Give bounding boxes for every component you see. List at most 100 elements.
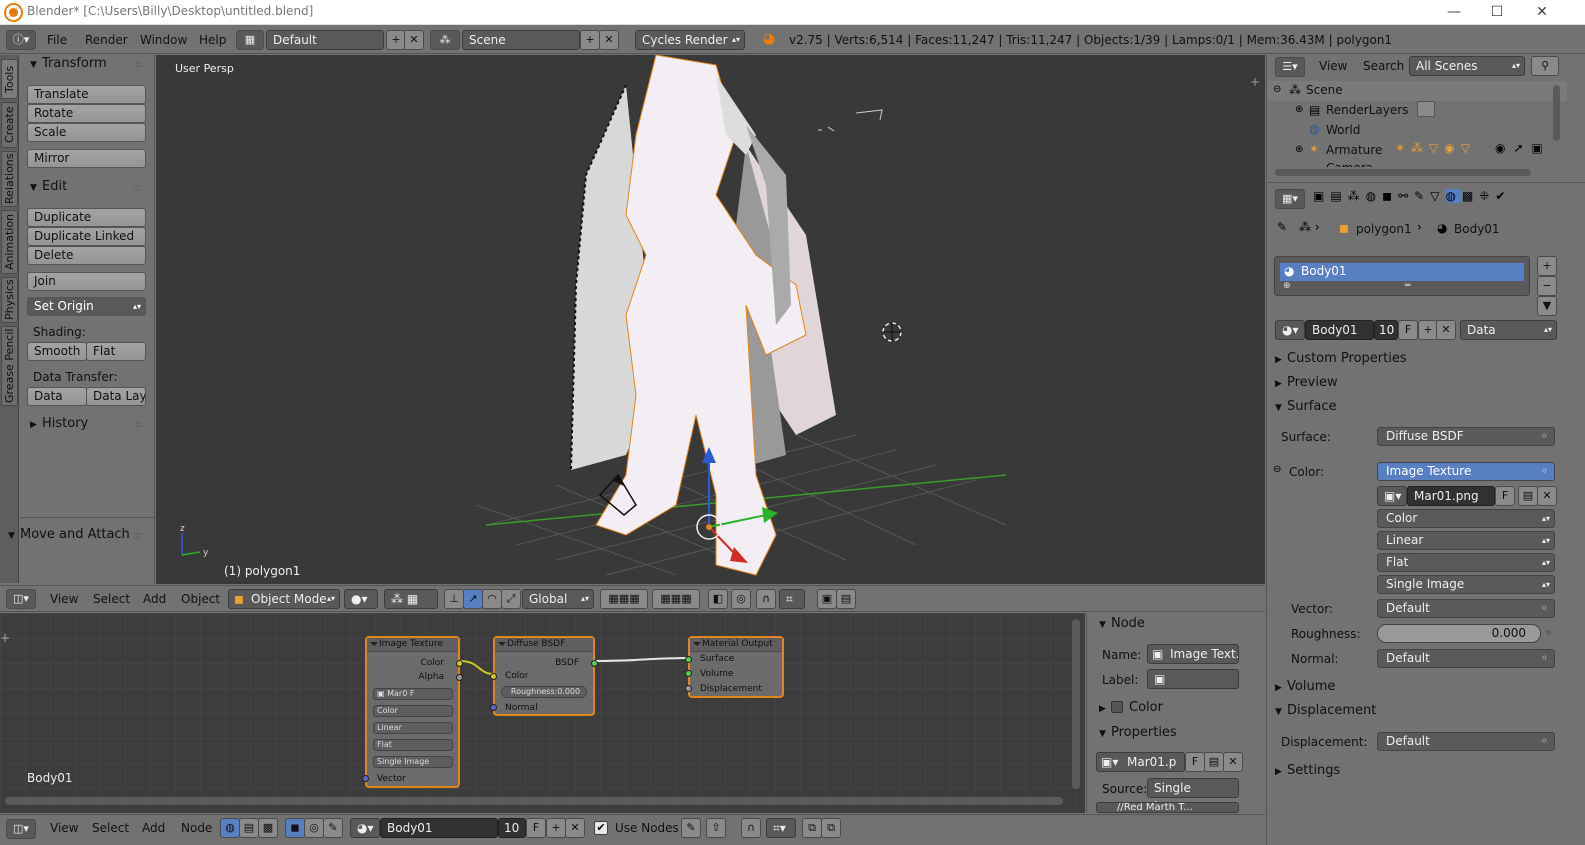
bsdf-socket[interactable] — [591, 660, 598, 667]
add-scene-icon[interactable]: + — [580, 30, 600, 50]
interpolation-select[interactable]: Linear — [373, 722, 453, 734]
extension-select[interactable]: Single Image — [373, 756, 453, 768]
expand-icon[interactable]: ⊕ — [1295, 144, 1303, 155]
outliner-item-scene[interactable]: Scene — [1306, 83, 1343, 97]
slot-expand-icon[interactable]: ⊕ — [1283, 281, 1291, 291]
displacement-header[interactable]: ▼ Displacement — [1275, 703, 1376, 718]
vertical-scrollbar[interactable] — [1553, 85, 1560, 141]
tab-create[interactable]: Create — [1, 102, 18, 148]
properties-panel-header[interactable]: ▼ Properties — [1099, 725, 1177, 740]
duplicate-button[interactable]: Duplicate — [27, 208, 146, 227]
node-name-field[interactable]: ▣ Image Text... — [1147, 644, 1239, 664]
orientation-select[interactable]: Global ▴▾ — [522, 589, 594, 609]
material-users[interactable]: 10 — [1374, 320, 1398, 340]
interpolation-select[interactable]: Linear ▴▾ — [1377, 531, 1555, 550]
close-button[interactable]: ✕ — [1519, 0, 1565, 25]
image-texture-node[interactable]: Image Texture Color Alpha ▣ Mar0 F Color… — [362, 636, 463, 788]
add-layout-icon[interactable]: + — [386, 30, 406, 50]
editor-type-icon[interactable]: ☰▾ — [1275, 57, 1305, 77]
menu-object[interactable]: Object — [181, 592, 220, 606]
info-editor-type-icon[interactable]: ⓘ▾ — [6, 30, 36, 50]
unlink-color-icon[interactable]: ⊖ — [1273, 464, 1281, 475]
color-in-socket[interactable] — [490, 673, 497, 680]
scene-icon[interactable]: ⁂ — [430, 30, 460, 50]
menu-file[interactable]: File — [47, 33, 67, 47]
custom-properties-header[interactable]: ▶ Custom Properties — [1275, 351, 1407, 366]
copy-nodes-icon[interactable]: ⧉ — [802, 818, 822, 838]
manipulator-toggle-icon[interactable]: ⊥ — [444, 589, 464, 609]
open-image-icon[interactable]: ▤ — [1518, 486, 1538, 506]
fake-user-button[interactable]: F — [1398, 320, 1418, 340]
surface-socket[interactable] — [685, 656, 692, 663]
alpha-socket[interactable] — [456, 674, 463, 681]
surface-select[interactable]: Diffuse BSDF ◦ — [1377, 427, 1555, 446]
tab-relations[interactable]: Relations — [1, 151, 18, 207]
diffuse-bsdf-node[interactable]: Diffuse BSDF BSDF Color Roughness:0.000 … — [490, 636, 598, 716]
editor-type-icon[interactable]: ▦▾ — [1275, 189, 1305, 209]
world-shader-icon[interactable]: ◎ — [304, 818, 324, 838]
sidebar-image-field[interactable]: ▣▾ Mar01.p — [1096, 752, 1185, 772]
node-panel-header[interactable]: ▼ Node — [1099, 616, 1145, 631]
snap-element-select[interactable]: ⌗▾ — [766, 818, 796, 838]
pin-icon[interactable]: ✎ — [681, 818, 701, 838]
mirror-button[interactable]: Mirror — [27, 149, 146, 168]
source-select[interactable]: Single Image▴▾ — [1147, 778, 1239, 813]
menu-node[interactable]: Node — [181, 821, 212, 835]
tab-physics[interactable]: Physics — [1, 277, 18, 323]
projection-select[interactable]: Flat — [373, 739, 453, 751]
unlink-image-icon[interactable]: ✕ — [1223, 752, 1243, 772]
smooth-button[interactable]: Smooth — [27, 342, 87, 361]
displacement-socket[interactable] — [685, 685, 692, 692]
horizontal-scrollbar[interactable] — [1275, 169, 1531, 176]
search-icon[interactable]: ⚲ — [1531, 56, 1559, 76]
image-fake-user-button[interactable]: F — [1495, 486, 1515, 506]
image-selector[interactable]: ▣ Mar0 F — [373, 688, 453, 700]
collapse-icon[interactable]: ⊖ — [1273, 84, 1281, 95]
fake-user-button[interactable]: F — [526, 818, 546, 838]
menu-select[interactable]: Select — [92, 821, 129, 835]
menu-view[interactable]: View — [1319, 59, 1347, 73]
object-shader-icon[interactable]: ◼ — [285, 818, 305, 838]
rotate-manip-icon[interactable]: ◠ — [482, 589, 502, 609]
drag-grip-icon[interactable]: :::: — [133, 60, 142, 70]
menu-search[interactable]: Search — [1363, 59, 1404, 73]
settings-header[interactable]: ▶ Settings — [1275, 763, 1340, 778]
menu-render[interactable]: Render — [85, 33, 128, 47]
normal-socket[interactable] — [490, 704, 497, 711]
filepath-field[interactable]: //Red Marth T... — [1096, 802, 1239, 813]
color-panel-header[interactable]: ▶ Color — [1099, 700, 1163, 715]
menu-select[interactable]: Select — [93, 592, 130, 606]
drag-grip-icon[interactable]: :::: — [133, 531, 142, 541]
layout-icon[interactable]: ▦ — [236, 30, 264, 50]
add-slot-icon[interactable]: + — [1537, 256, 1557, 276]
3d-viewport[interactable]: User Persp z y (1) polygon1 + — [156, 55, 1265, 584]
roughness-slider[interactable]: Roughness:0.000 — [501, 686, 587, 698]
maximize-button[interactable]: ☐ — [1474, 0, 1520, 25]
outliner-item-renderlayers[interactable]: RenderLayers — [1326, 103, 1408, 117]
use-nodes-checkbox[interactable]: ✔ — [594, 821, 608, 835]
go-parent-icon[interactable]: ⇧ — [706, 818, 726, 838]
volume-socket[interactable] — [685, 670, 692, 677]
vertical-scrollbar[interactable] — [1072, 619, 1080, 789]
editor-type-icon[interactable]: ◫▾ — [6, 819, 36, 839]
transform-panel-header[interactable]: ▼ Transform — [30, 56, 107, 71]
delete-button[interactable]: Delete — [27, 246, 146, 265]
join-button[interactable]: Join — [27, 272, 146, 291]
roughness-link-icon[interactable]: ◦ — [1545, 626, 1552, 640]
proportional-icon[interactable]: ◎ — [731, 589, 751, 609]
unlink-material-icon[interactable]: ✕ — [565, 818, 585, 838]
material-name-field[interactable]: Body01 — [380, 818, 498, 838]
layout-field[interactable]: Default — [266, 30, 384, 50]
extension-select[interactable]: Single Image ▴▾ — [1377, 575, 1555, 594]
paste-nodes-icon[interactable]: ⧉ — [821, 818, 841, 838]
shader-nodes-icon[interactable]: ◍ — [220, 818, 240, 838]
drag-grip-icon[interactable]: :::: — [133, 183, 142, 193]
new-material-icon[interactable]: + — [1418, 320, 1438, 340]
preview-header[interactable]: ▶ Preview — [1275, 375, 1338, 390]
snap-toggle-icon[interactable]: ∩ — [756, 589, 776, 609]
link-select[interactable]: Data ▴▾ — [1460, 320, 1557, 340]
material-browse-icon[interactable]: ◕▾ — [350, 818, 380, 838]
display-mode-select[interactable]: All Scenes ▴▾ — [1409, 56, 1525, 76]
tab-animation[interactable]: Animation — [1, 210, 18, 274]
horizontal-scrollbar[interactable] — [5, 797, 1063, 805]
